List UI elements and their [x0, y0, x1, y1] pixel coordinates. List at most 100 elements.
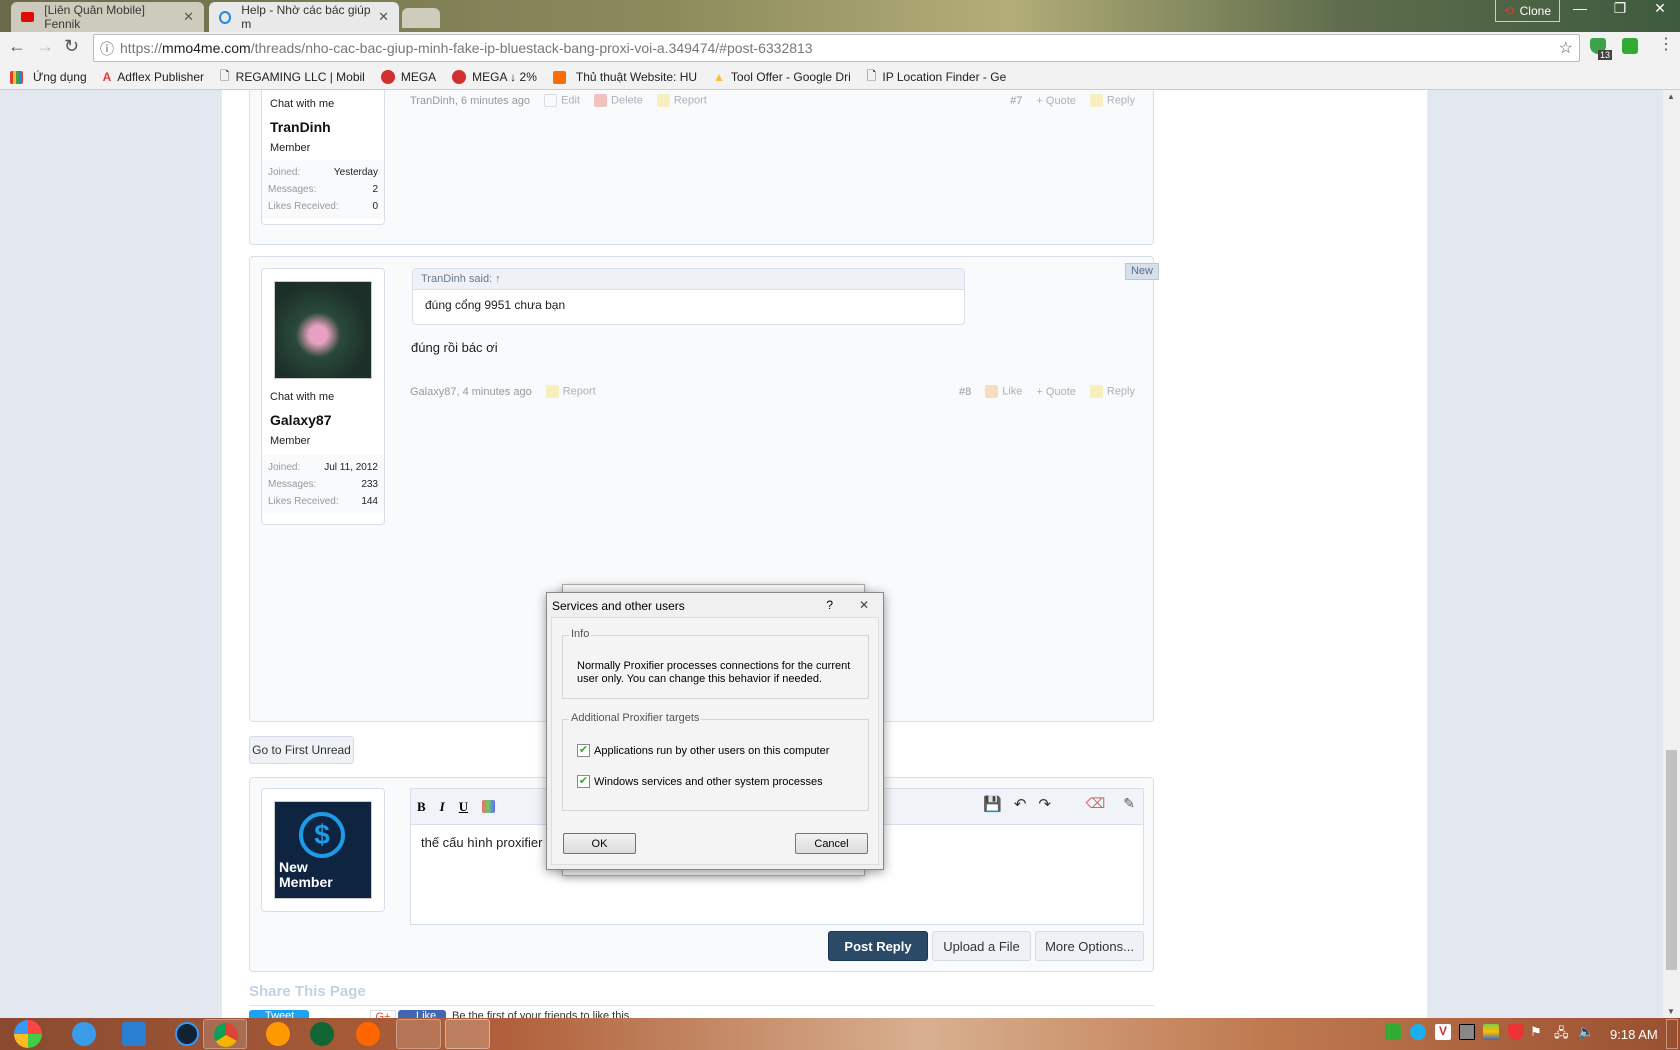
bookmark-item[interactable]: Thủ thuật Website: HU — [552, 70, 697, 84]
media-player-icon[interactable] — [175, 1022, 199, 1046]
delete-link[interactable]: Delete — [594, 94, 643, 107]
underline-button[interactable]: U — [459, 799, 468, 815]
menu-icon[interactable]: ⋮ — [1658, 34, 1674, 54]
save-draft-icon[interactable]: 💾 — [983, 795, 1002, 813]
tab-help[interactable]: Help - Nhờ các bác giúp m ✕ — [209, 2, 399, 32]
toggle-bbcode-icon[interactable]: ✎ — [1123, 795, 1135, 812]
go-to-first-unread-button[interactable]: Go to First Unread — [249, 736, 354, 764]
eraser-icon[interactable]: ⌫ — [1085, 795, 1105, 812]
forward-button[interactable]: → — [36, 36, 54, 57]
user-stats: Joined: Yesterday Messages: 2 Likes Receiv… — [262, 160, 384, 219]
bookmark-item[interactable]: 🗋 IP Location Finder - Ge — [867, 67, 1007, 88]
quote-block: TranDinh said: ↑ đúng cổng 9951 chưa bạn — [412, 268, 965, 325]
coc-coc-icon[interactable] — [266, 1022, 290, 1046]
action-center-flag-icon[interactable]: ⚑ — [1530, 1024, 1546, 1040]
post-author-time[interactable]: TranDinh, 6 minutes ago — [410, 95, 530, 107]
user-avatar[interactable]: $ New Member — [274, 801, 372, 899]
targets-group: Additional Proxifier targets ✔ Applicatio… — [562, 712, 869, 811]
report-link[interactable]: Report — [656, 94, 707, 107]
skype-tray-icon[interactable] — [1410, 1024, 1426, 1040]
firefox-icon[interactable] — [356, 1022, 380, 1046]
post-number[interactable]: #7 — [1010, 95, 1022, 107]
google-drive-icon: ▲ — [713, 70, 725, 84]
clock[interactable]: 9:18 AM — [1610, 1027, 1658, 1042]
page-viewport: Chat with me TranDinh Member Joined: Yest… — [0, 90, 1663, 1018]
post-number[interactable]: #8 — [959, 386, 971, 398]
color-picker-icon[interactable] — [482, 800, 496, 813]
network-icon[interactable]: 🖧 — [1554, 1024, 1570, 1040]
bookmark-item[interactable]: A Adflex Publisher — [103, 70, 204, 84]
page-scrollbar[interactable]: ▲ ▼ — [1663, 90, 1680, 1018]
edit-link[interactable]: Edit — [544, 94, 580, 107]
app-icon[interactable] — [310, 1022, 334, 1046]
reply-link[interactable]: Reply — [1089, 385, 1135, 398]
bookmark-item[interactable]: 🗋 REGAMING LLC | Mobil — [220, 67, 365, 88]
ie-icon[interactable] — [72, 1022, 96, 1046]
report-icon — [656, 94, 670, 107]
scroll-up-icon[interactable]: ▲ — [1667, 92, 1675, 101]
system-services-checkbox[interactable]: ✔ Windows services and other system proce… — [577, 775, 823, 788]
v-tray-icon[interactable]: V — [1435, 1024, 1451, 1040]
tab-youtube[interactable]: [Liên Quân Mobile] Fennik ✕ — [11, 2, 204, 32]
scroll-thumb[interactable] — [1666, 750, 1677, 970]
chat-link[interactable]: Chat with me — [270, 98, 334, 110]
like-link[interactable]: Like — [985, 385, 1022, 398]
report-icon — [545, 385, 559, 398]
quote-link[interactable]: + Quote — [1036, 386, 1075, 398]
profile-button[interactable]: ⟲ Clone — [1494, 0, 1560, 22]
reply-link[interactable]: Reply — [1089, 94, 1135, 107]
unikey-taskbar-button[interactable] — [396, 1019, 441, 1049]
quote-header[interactable]: TranDinh said: ↑ — [413, 269, 964, 290]
edit-icon — [544, 94, 558, 107]
undo-icon[interactable]: ↶ — [1014, 795, 1027, 813]
more-options-button[interactable]: More Options... — [1035, 931, 1144, 961]
username[interactable]: TranDinh — [270, 119, 331, 135]
close-icon[interactable]: ✕ — [183, 9, 194, 25]
address-bar[interactable]: ⓘ https://mmo4me.com/threads/nho-cac-bac… — [93, 34, 1580, 62]
volume-icon[interactable]: 🔈 — [1578, 1024, 1594, 1040]
minimize-button[interactable]: — — [1560, 0, 1600, 22]
shield-tray-icon[interactable] — [1508, 1024, 1524, 1040]
other-users-checkbox[interactable]: ✔ Applications run by other users on this… — [577, 744, 829, 757]
chrome-taskbar-button[interactable] — [203, 1019, 247, 1049]
back-button[interactable]: ← — [8, 36, 26, 57]
upload-file-button[interactable]: Upload a File — [932, 931, 1031, 961]
post-reply-button[interactable]: Post Reply — [828, 931, 928, 961]
report-link[interactable]: Report — [545, 385, 596, 398]
bookmark-item[interactable]: MEGA — [380, 70, 436, 84]
quote-link[interactable]: + Quote — [1036, 95, 1075, 107]
reload-button[interactable]: ↻ — [64, 36, 79, 57]
bookmark-apps[interactable]: Ứng dụng — [10, 70, 87, 84]
cancel-button[interactable]: Cancel — [795, 833, 868, 854]
new-tab-button[interactable] — [402, 8, 440, 28]
bookmark-star-icon[interactable]: ☆ — [1559, 38, 1573, 58]
page-icon: 🗋 — [220, 68, 230, 83]
scroll-down-icon[interactable]: ▼ — [1667, 1007, 1675, 1016]
roboform-extension-icon[interactable] — [1622, 38, 1638, 54]
ok-button[interactable]: OK — [563, 833, 636, 854]
bookmark-item[interactable]: MEGA ↓ 2% — [452, 70, 537, 84]
show-desktop-button[interactable] — [1666, 1019, 1678, 1049]
redo-icon[interactable]: ↷ — [1038, 795, 1051, 813]
bluestacks-tray-icon[interactable] — [1483, 1024, 1499, 1040]
username[interactable]: Galaxy87 — [270, 412, 332, 428]
roboform-tray-icon[interactable] — [1385, 1024, 1401, 1040]
facebook-like-button[interactable]: Like — [398, 1010, 446, 1018]
square-tray-icon[interactable] — [1459, 1024, 1475, 1040]
close-window-button[interactable]: ✕ — [1640, 0, 1680, 22]
bold-button[interactable]: B — [417, 799, 426, 815]
user-stats: Joined: Jul 11, 2012 Messages: 233 Likes R… — [262, 455, 384, 514]
user-avatar[interactable] — [274, 281, 372, 379]
bookmark-item[interactable]: ▲ Tool Offer - Google Dri — [713, 70, 851, 84]
proxifier-taskbar-button[interactable] — [445, 1019, 490, 1049]
close-icon[interactable]: ✕ — [378, 9, 389, 25]
google-plus-button[interactable]: G+ — [370, 1010, 396, 1018]
restore-button[interactable]: ❐ — [1600, 0, 1640, 22]
italic-button[interactable]: I — [440, 799, 445, 815]
close-icon[interactable]: ✕ — [859, 598, 869, 612]
tweet-button[interactable]: Tweet — [249, 1010, 309, 1018]
help-icon[interactable]: ? — [826, 598, 833, 612]
start-button[interactable] — [14, 1020, 42, 1048]
explorer-icon[interactable] — [122, 1022, 146, 1046]
chat-link[interactable]: Chat with me — [270, 391, 334, 403]
